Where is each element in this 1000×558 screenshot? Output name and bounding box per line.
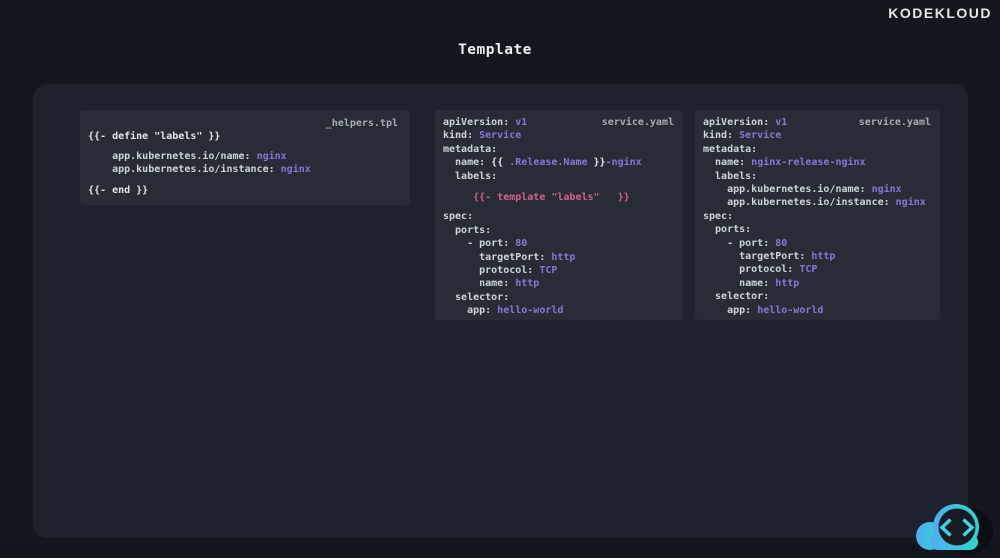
code-line: app.kubernetes.io/instance: nginx — [88, 164, 311, 176]
code-line: labels: — [703, 170, 758, 182]
code-panel-helpers: _helpers.tpl {{- define "labels" }} app.… — [80, 110, 410, 205]
kodekloud-logo: KODEKLOUD — [888, 5, 992, 21]
code-line: app: hello-world — [703, 304, 824, 316]
code-line: kind: Service — [703, 130, 782, 142]
code-line: selector: — [443, 291, 510, 303]
code-line: metadata: — [443, 143, 498, 155]
code-line: name: http — [703, 277, 800, 289]
code-line: app.kubernetes.io/name: nginx — [88, 150, 287, 162]
code-line: {{- define "labels" }} — [88, 131, 221, 143]
code-line: ports: — [703, 224, 752, 236]
code-panel-service-template: service.yaml apiVersion: v1 kind: Service… — [435, 110, 683, 320]
code-line: protocol: TCP — [703, 264, 818, 276]
content-card: _helpers.tpl {{- define "labels" }} app.… — [33, 84, 968, 538]
code-content: {{- define "labels" }} app.kubernetes.io… — [88, 130, 402, 197]
code-content: apiVersion: v1 kind: Service metadata: nam… — [703, 116, 932, 317]
code-line: kind: Service — [443, 130, 522, 142]
code-line: - port: 80 — [703, 237, 788, 249]
code-line: spec: — [703, 210, 734, 222]
code-line: app.kubernetes.io/instance: nginx — [703, 197, 926, 209]
cloud-code-icon — [916, 504, 993, 554]
code-line: protocol: TCP — [443, 265, 558, 277]
code-line: name: nginx-release-nginx — [703, 157, 866, 169]
code-line: app.kubernetes.io/name: nginx — [703, 184, 902, 196]
code-line: targetPort: http — [443, 251, 576, 263]
code-line: {{- end }} — [88, 184, 149, 196]
code-line: metadata: — [703, 143, 758, 155]
page-title: Template — [458, 42, 532, 58]
code-panel-service-rendered: service.yaml apiVersion: v1 kind: Service… — [695, 110, 940, 320]
filename-label: service.yaml — [601, 117, 674, 128]
code-line: name: http — [443, 278, 540, 290]
code-line: ports: — [443, 224, 492, 236]
code-line: - port: 80 — [443, 238, 528, 250]
code-line: {{- template "labels" }} — [443, 192, 630, 204]
footer-strip — [0, 545, 1000, 558]
code-line: targetPort: http — [703, 251, 836, 263]
code-line: name: {{ .Release.Name }}-nginx — [443, 157, 642, 169]
filename-label: service.yaml — [858, 117, 931, 128]
code-line: labels: — [443, 170, 498, 182]
filename-label: _helpers.tpl — [325, 118, 398, 129]
code-line: selector: — [703, 291, 770, 303]
code-content: apiVersion: v1 kind: Service metadata: nam… — [443, 116, 675, 318]
code-line: spec: — [443, 211, 474, 223]
slide: KODEKLOUD Template _helpers.tpl {{- defi… — [0, 0, 1000, 558]
code-line: app: hello-world — [443, 305, 564, 317]
